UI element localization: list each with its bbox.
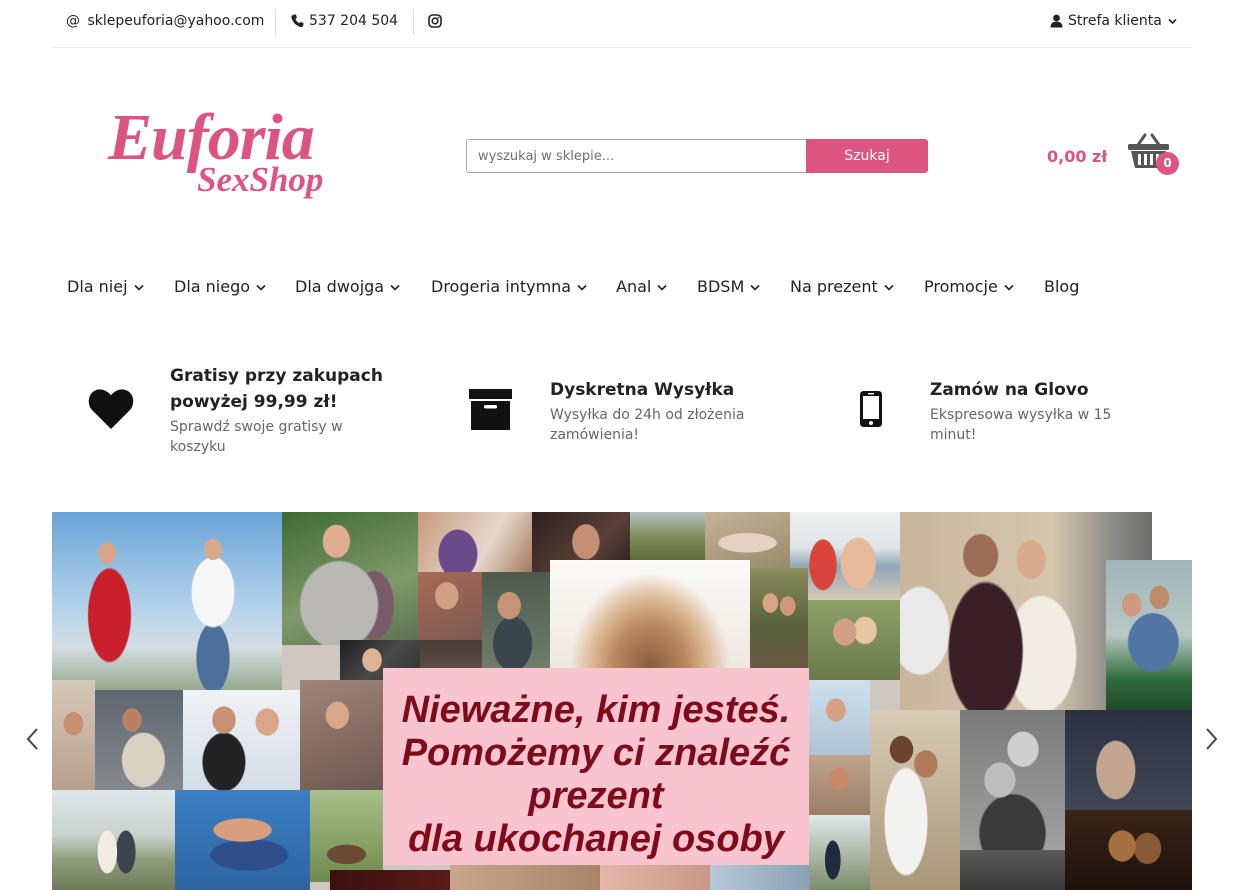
topbar-divider [52, 47, 1192, 48]
instagram-icon [428, 14, 442, 28]
collage-photo [1065, 710, 1192, 810]
collage-photo [282, 512, 418, 645]
feature-title: Gratisy przy zakupach powyżej 99,99 zł! [170, 366, 383, 412]
nav-item-label: Dla niego [174, 277, 251, 296]
collage-photo [600, 865, 710, 890]
chevron-down-icon [577, 284, 587, 291]
chevron-down-icon [1168, 18, 1177, 25]
collage-photo [808, 600, 900, 680]
collage-photo [960, 850, 1065, 890]
user-icon [1050, 14, 1063, 28]
cart-total[interactable]: 0,00 zł [1047, 146, 1107, 168]
email-text: sklepeuforia@yahoo.com [87, 13, 265, 29]
collage-photo [300, 680, 383, 790]
collage-photo [870, 710, 960, 890]
archive-box-icon [469, 389, 512, 430]
collage-photo [808, 680, 870, 755]
chevron-down-icon [884, 284, 894, 291]
collage-photo [183, 690, 300, 790]
collage-photo [1065, 810, 1192, 890]
nav-item-drogeria-intymna[interactable]: Drogeria intymna [431, 276, 587, 298]
collage-photo [330, 870, 450, 890]
nav-item-bdsm[interactable]: BDSM [697, 276, 760, 298]
collage-photo [1152, 512, 1192, 560]
feature-shipping: Dyskretna Wysyłka Wysyłka do 24h od złoż… [550, 377, 795, 445]
search-input[interactable] [466, 139, 806, 173]
chevron-down-icon [133, 284, 144, 291]
banner-text-line: Pomożemy ci znaleźć [401, 732, 791, 774]
nav-item-blog[interactable]: Blog [1044, 276, 1079, 298]
collage-photo [52, 680, 95, 805]
collage-photo [310, 790, 383, 882]
collage-photo [808, 815, 870, 890]
instagram-link[interactable] [427, 0, 445, 42]
feature-glovo: Zamów na Glovo Ekspresowa wysyłka w 15 m… [930, 377, 1175, 445]
nav-item-label: Anal [616, 277, 652, 296]
banner-caption: Nieważne, kim jesteś. Pomożemy ci znaleź… [383, 668, 809, 865]
banner-text-line: Nieważne, kim jesteś. [401, 689, 791, 731]
feature-gifts: Gratisy przy zakupach powyżej 99,99 zł! … [170, 363, 415, 457]
collage-photo [450, 865, 600, 890]
feature-title: Dyskretna Wysyłka [550, 380, 735, 400]
cart-count-badge: 0 [1156, 152, 1179, 175]
nav-item-label: Na prezent [790, 277, 878, 296]
contact-email[interactable]: sklepeuforia@yahoo.com [66, 0, 264, 42]
at-icon [66, 13, 80, 29]
phone-text: 537 204 504 [309, 13, 399, 29]
account-menu[interactable]: Strefa klienta [1050, 0, 1180, 42]
contact-phone[interactable]: 537 204 504 [290, 0, 410, 42]
nav-item-label: Blog [1044, 277, 1080, 296]
nav-item-dla-niego[interactable]: Dla niego [174, 276, 266, 298]
collage-photo [808, 755, 870, 815]
feature-subtitle: Sprawdź swoje gratisy w koszyku [170, 419, 343, 455]
collage-photo [418, 512, 532, 572]
account-label: Strefa klienta [1068, 13, 1162, 29]
heart-icon [88, 389, 134, 429]
nav-item-dla-niej[interactable]: Dla niej [67, 276, 144, 298]
nav-item-label: Promocje [924, 277, 998, 296]
banner-text-line: dla ukochanej osoby [408, 818, 784, 860]
nav-item-anal[interactable]: Anal [616, 276, 667, 298]
hero-banner[interactable]: Nieważne, kim jesteś. Pomożemy ci znaleź… [52, 512, 1192, 890]
nav-item-label: Dla niej [67, 277, 128, 296]
collage-photo [750, 568, 808, 668]
chevron-right-icon[interactable] [1202, 727, 1220, 751]
nav-item-label: Dla dwojga [295, 277, 385, 296]
collage-photo [1106, 560, 1192, 710]
chevron-down-icon [1004, 284, 1014, 291]
feature-title: Zamów na Glovo [930, 380, 1089, 400]
collage-photo [95, 690, 183, 790]
logo-tagline: SexShop [197, 160, 324, 199]
collage-photo [960, 710, 1065, 850]
search-button[interactable]: Szukaj [806, 139, 928, 173]
divider [275, 9, 276, 35]
collage-photo [52, 512, 282, 690]
mobile-phone-icon [860, 391, 882, 427]
banner-text-line: prezent [528, 775, 664, 817]
chevron-left-icon[interactable] [24, 727, 42, 751]
nav-item-label: BDSM [697, 277, 745, 296]
nav-item-na-prezent[interactable]: Na prezent [790, 276, 894, 298]
nav-item-label: Drogeria intymna [431, 277, 572, 296]
feature-subtitle: Wysyłka do 24h od złożenia zamówienia! [550, 407, 745, 443]
chevron-down-icon [657, 284, 667, 291]
collage-photo [550, 560, 750, 668]
collage-photo [710, 865, 810, 890]
nav-item-promocje[interactable]: Promocje [924, 276, 1014, 298]
phone-icon [291, 14, 304, 28]
chevron-down-icon [390, 284, 400, 291]
feature-subtitle: Ekspresowa wysyłka w 15 minut! [930, 407, 1112, 443]
collage-photo [482, 572, 550, 668]
collage-photo [52, 790, 175, 890]
collage-photo [418, 572, 482, 640]
collage-photo [630, 512, 705, 560]
chevron-down-icon [256, 284, 266, 291]
divider [413, 9, 414, 35]
nav-item-dla-dwojga[interactable]: Dla dwojga [295, 276, 400, 298]
collage-photo [175, 790, 310, 890]
chevron-down-icon [750, 284, 760, 291]
